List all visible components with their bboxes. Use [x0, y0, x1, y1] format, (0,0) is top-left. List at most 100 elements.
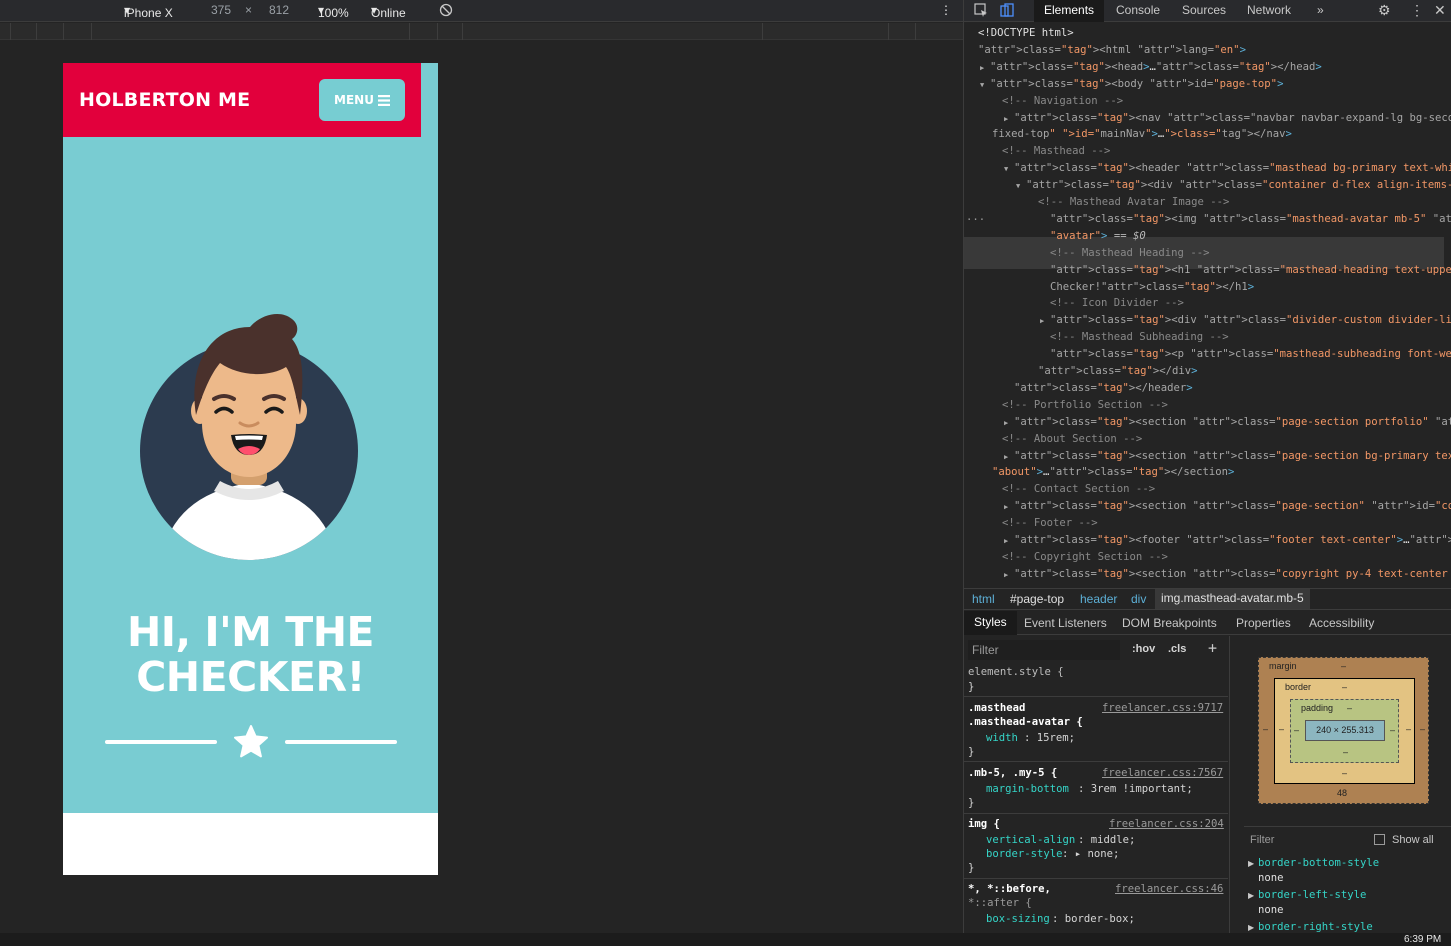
dom-node-line[interactable]: "attr">class="tag"><img "attr">class="ma… [1050, 211, 1451, 228]
dom-node-line[interactable]: ▶ "attr">class="tag"><section "attr">clas… [1004, 414, 1451, 431]
dom-node-line[interactable]: ▼ "attr">class="tag"><header "attr">class… [1004, 160, 1451, 177]
dom-node-line[interactable]: ▼ "attr">class="tag"><body "attr">id="pag… [980, 76, 1283, 93]
css-value[interactable]: : middle; [1078, 834, 1135, 846]
css-value[interactable]: : ▸ none; [1062, 848, 1119, 860]
dom-node-line[interactable]: "attr">class="tag"><html "attr">lang="en… [978, 42, 1246, 59]
box-model-padding[interactable]: padding – – – – 240 × 255.313 [1290, 699, 1399, 763]
expand-arrow-icon[interactable]: ▶ [1004, 567, 1008, 584]
tab-accessibility[interactable]: Accessibility [1309, 616, 1374, 630]
rule-source-link[interactable]: freelancer.css:204 [1109, 818, 1224, 830]
close-icon[interactable]: ✕ [1434, 2, 1446, 19]
breadcrumb-html[interactable]: html [972, 592, 995, 606]
rule-source-link[interactable]: freelancer.css:46 [1115, 883, 1223, 895]
expand-arrow-icon[interactable]: ▼ [1016, 178, 1020, 195]
dom-comment-line[interactable]: <!-- Masthead Avatar Image --> [1038, 194, 1229, 211]
hov-toggle[interactable]: :hov [1132, 643, 1155, 655]
box-model-content[interactable]: 240 × 255.313 [1305, 720, 1385, 741]
tab-elements[interactable]: Elements [1034, 0, 1105, 22]
more-tabs-button[interactable]: » [1307, 0, 1334, 22]
dom-comment-line[interactable]: <!-- About Section --> [1002, 431, 1142, 448]
tab-properties[interactable]: Properties [1236, 616, 1291, 630]
css-value[interactable]: : 15rem; [1024, 732, 1075, 744]
dom-node-line[interactable]: "attr">class="tag"></div> [1038, 363, 1198, 380]
breadcrumb-div[interactable]: div [1131, 592, 1146, 606]
dom-comment-line[interactable]: <!-- Portfolio Section --> [1002, 397, 1168, 414]
dom-node-line[interactable]: "about">…"attr">class="tag"></section> [992, 464, 1234, 481]
dom-node-line[interactable]: ▶ "attr">class="tag"><section "attr">clas… [1004, 448, 1451, 465]
css-value[interactable]: : 3rem !important; [1078, 783, 1193, 795]
dom-node-line[interactable]: ▶ "attr">class="tag"><footer "attr">class… [1004, 532, 1451, 549]
box-model-margin[interactable]: margin – – – 48 border – – – – padding –… [1258, 657, 1429, 804]
more-options-icon[interactable]: ⋮ [1410, 2, 1424, 19]
dom-comment-line[interactable]: <!-- Footer --> [1002, 515, 1098, 532]
device-toggle-icon[interactable] [1000, 3, 1014, 22]
dom-node-line[interactable]: ▶ "attr">class="tag"><section "attr">clas… [1004, 566, 1451, 583]
breadcrumb-header[interactable]: header [1080, 592, 1117, 606]
tab-console[interactable]: Console [1106, 0, 1170, 22]
tab-dom-breakpoints[interactable]: DOM Breakpoints [1122, 616, 1217, 630]
rule-source-link[interactable]: freelancer.css:7567 [1102, 767, 1223, 779]
new-rule-button[interactable]: + [1208, 639, 1217, 657]
css-property[interactable]: border-style [986, 848, 1063, 860]
dom-comment-line[interactable]: <!-- Masthead Subheading --> [1050, 329, 1229, 346]
css-property[interactable]: vertical-align [986, 834, 1075, 846]
settings-gear-icon[interactable]: ⚙ [1378, 2, 1391, 19]
css-value[interactable]: : border-box; [1052, 913, 1135, 925]
dom-node-line[interactable]: fixed-top" ">id="mainNav">…">class="tag"… [992, 126, 1292, 143]
network-select[interactable]: Online ▾ [371, 3, 406, 20]
navbar-brand[interactable]: HOLBERTON ME [79, 89, 250, 111]
dom-node-line[interactable]: "attr">class="tag"><p "attr">class="mast… [1050, 346, 1451, 363]
expand-triangle-icon[interactable]: ▶ [1248, 923, 1254, 932]
cls-toggle[interactable]: .cls [1168, 643, 1186, 655]
expand-arrow-icon[interactable]: ▶ [980, 60, 984, 77]
expand-arrow-icon[interactable]: ▶ [1004, 415, 1008, 432]
expand-arrow-icon[interactable]: ▶ [1004, 449, 1008, 466]
more-options-icon[interactable]: ⋮ [940, 3, 952, 17]
rule-source-link[interactable]: freelancer.css:9717 [1102, 702, 1223, 714]
expand-triangle-icon[interactable]: ▶ [1248, 891, 1254, 900]
show-all-checkbox[interactable] [1374, 834, 1385, 845]
width-input[interactable]: 375 [211, 3, 231, 17]
dom-comment-line[interactable]: <!-- Masthead --> [1002, 143, 1110, 160]
css-property[interactable]: width [986, 732, 1018, 744]
dom-comment-line[interactable]: <!-- Masthead Heading --> [1050, 245, 1209, 262]
device-select[interactable]: iPhone X ▾ [124, 3, 173, 20]
expand-arrow-icon[interactable]: ▶ [1004, 111, 1008, 128]
dom-node-line[interactable]: "attr">class="tag"><h1 "attr">class="mas… [1050, 262, 1451, 279]
dom-node-line[interactable]: ▶ "attr">class="tag"><section "attr">clas… [1004, 498, 1451, 515]
expand-arrow-icon[interactable]: ▶ [1040, 313, 1044, 330]
dom-comment-line[interactable]: <!-- Copyright Section --> [1002, 549, 1168, 566]
dom-node-line[interactable]: ▶ "attr">class="tag"><nav "attr">class="n… [1004, 110, 1451, 127]
expand-arrow-icon[interactable]: ▶ [1004, 499, 1008, 516]
dom-comment-line[interactable]: <!-- Contact Section --> [1002, 481, 1155, 498]
breadcrumb-body[interactable]: #page-top [1010, 592, 1064, 606]
expand-arrow-icon[interactable]: ▼ [1004, 161, 1008, 178]
height-input[interactable]: 812 [269, 3, 289, 17]
tab-sources[interactable]: Sources [1172, 0, 1236, 22]
dom-node-line[interactable]: <!DOCTYPE html> [978, 25, 1074, 42]
dom-node-line[interactable]: Checker!"attr">class="tag"></h1> [1050, 279, 1254, 296]
dom-comment-line[interactable]: <!-- Icon Divider --> [1050, 295, 1184, 312]
expand-arrow-icon[interactable]: ▼ [980, 77, 984, 94]
dom-node-line[interactable]: ▶ "attr">class="tag"><head>…"attr">class=… [980, 59, 1322, 76]
dom-node-line[interactable]: "avatar"> == $0 [1050, 228, 1146, 245]
dom-node-line[interactable]: "attr">class="tag"></header> [1014, 380, 1193, 397]
dom-node-line[interactable]: ▶ "attr">class="tag"><div "attr">class="d… [1040, 312, 1451, 329]
rotate-icon[interactable] [439, 3, 453, 20]
dom-comment-line[interactable]: <!-- Navigation --> [1002, 93, 1123, 110]
box-model-border[interactable]: border – – – – padding – – – – 240 × 255… [1274, 678, 1415, 784]
tab-network[interactable]: Network [1237, 0, 1301, 22]
tab-event-listeners[interactable]: Event Listeners [1024, 616, 1107, 630]
inspect-element-icon[interactable] [974, 3, 988, 22]
styles-filter-input[interactable]: Filter [968, 640, 1120, 660]
tab-styles[interactable]: Styles [964, 611, 1017, 635]
css-property[interactable]: box-sizing [986, 913, 1050, 925]
breadcrumb-img[interactable]: img.masthead-avatar.mb-5 [1155, 589, 1310, 609]
expand-triangle-icon[interactable]: ▶ [1248, 859, 1254, 868]
zoom-select[interactable]: 100% ▾ [318, 3, 349, 20]
dom-node-line[interactable]: ▼ "attr">class="tag"><div "attr">class="c… [1016, 177, 1451, 194]
menu-button[interactable]: MENU [319, 79, 405, 121]
expand-arrow-icon[interactable]: ▶ [1004, 533, 1008, 550]
css-property[interactable]: margin-bottom [986, 783, 1069, 795]
media-query-bar[interactable] [0, 23, 963, 40]
